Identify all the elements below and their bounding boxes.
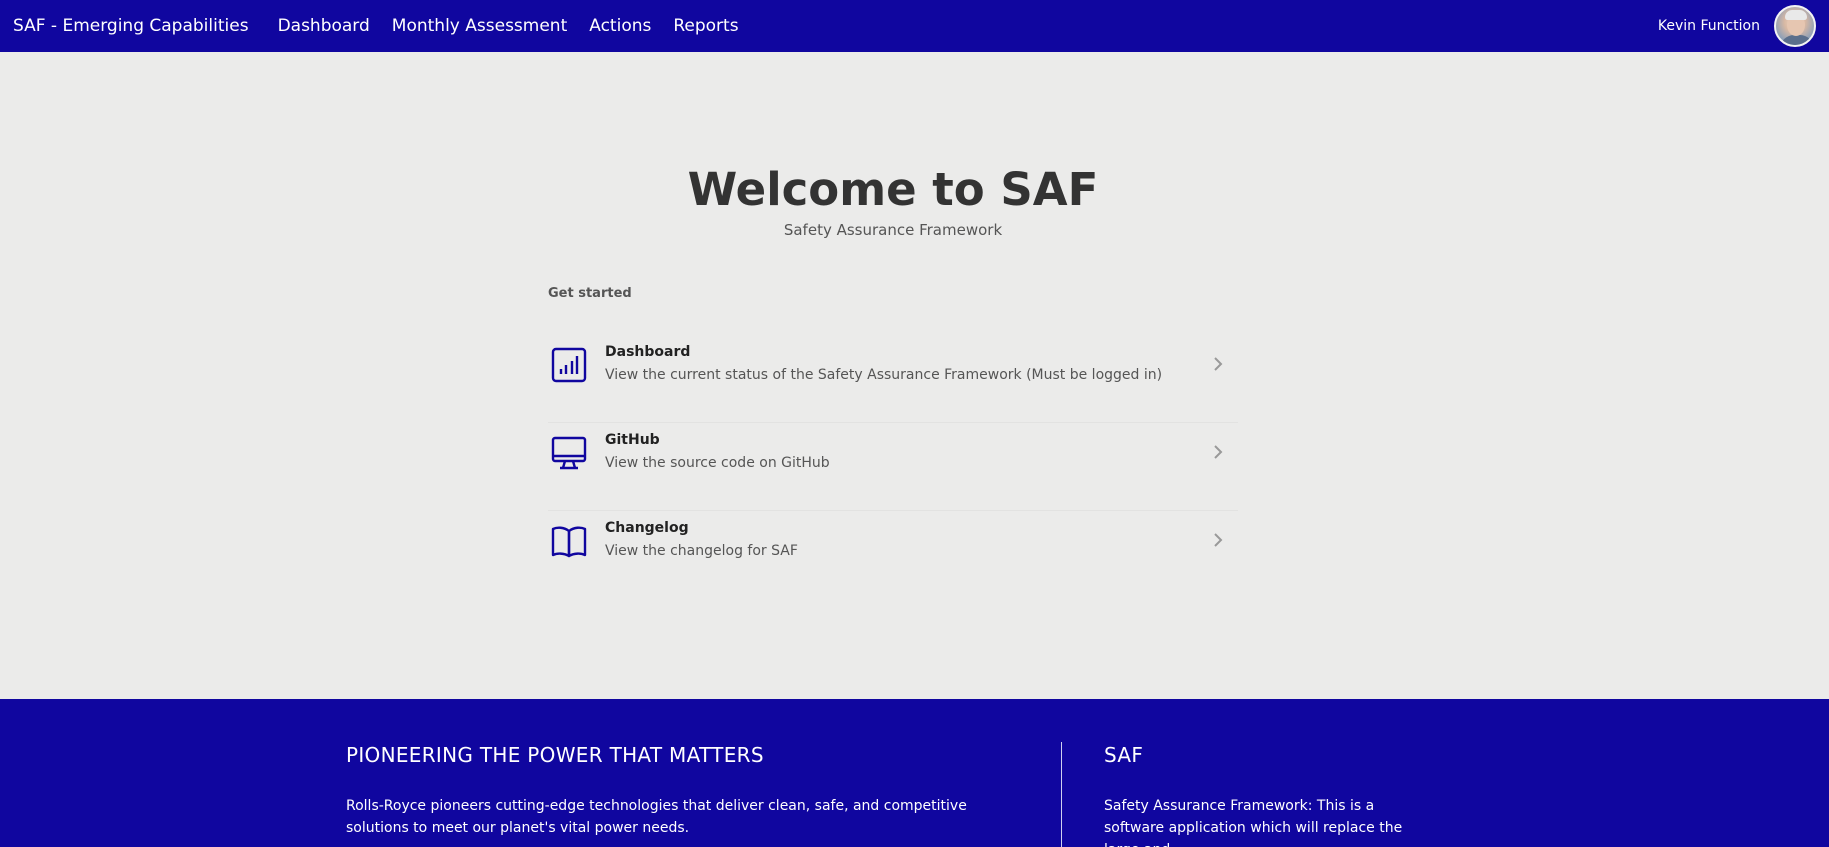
list-item-description: View the current status of the Safety As… [605, 367, 1163, 383]
top-navbar: SAF - Emerging Capabilities Dashboard Mo… [0, 0, 1829, 52]
nav-link-actions[interactable]: Actions [589, 16, 651, 36]
list-item-title: Dashboard [605, 344, 691, 360]
get-started-list: Dashboard View the current status of the… [548, 335, 1238, 599]
footer-app-heading: SAF [1104, 743, 1144, 767]
chevron-right-icon [1210, 356, 1226, 372]
footer-app-text: Safety Assurance Framework: This is a so… [1104, 798, 1403, 847]
page-title: Welcome to SAF [687, 163, 1099, 216]
get-started-label: Get started [548, 286, 632, 301]
monitor-icon [551, 435, 587, 471]
avatar[interactable] [1774, 5, 1816, 47]
footer-company-text: Rolls-Royce pioneers cutting-edge techno… [346, 798, 967, 836]
brand-title[interactable]: SAF - Emerging Capabilities [13, 16, 249, 36]
bar-chart-icon [551, 347, 587, 383]
page-subtitle: Safety Assurance Framework [783, 221, 1003, 239]
nav-link-monthly-assessment[interactable]: Monthly Assessment [392, 16, 567, 36]
list-item-title: GitHub [605, 432, 660, 448]
nav-link-reports[interactable]: Reports [673, 16, 738, 36]
footer-company-heading: PIONEERING THE POWER THAT MATTERS [346, 743, 764, 767]
list-item-dashboard[interactable]: Dashboard View the current status of the… [548, 335, 1238, 423]
list-item-description: View the source code on GitHub [605, 455, 830, 471]
site-footer: PIONEERING THE POWER THAT MATTERS Rolls-… [0, 699, 1829, 847]
nav-link-dashboard[interactable]: Dashboard [278, 16, 370, 36]
book-open-icon [551, 523, 587, 559]
chevron-right-icon [1210, 444, 1226, 460]
footer-app-block: SAF Safety Assurance Framework: This is … [1104, 743, 1434, 847]
user-name[interactable]: Kevin Function [1658, 18, 1760, 34]
list-item-description: View the changelog for SAF [605, 543, 798, 559]
nav-links: Dashboard Monthly Assessment Actions Rep… [278, 16, 761, 36]
user-menu[interactable]: Kevin Function [1658, 5, 1816, 47]
footer-divider [1061, 742, 1062, 847]
chevron-right-icon [1210, 532, 1226, 548]
list-item-title: Changelog [605, 520, 689, 536]
list-item-github[interactable]: GitHub View the source code on GitHub [548, 423, 1238, 511]
welcome-section: Welcome to SAF Safety Assurance Framewor… [0, 52, 1829, 699]
list-item-changelog[interactable]: Changelog View the changelog for SAF [548, 511, 1238, 599]
footer-company-block: PIONEERING THE POWER THAT MATTERS Rolls-… [346, 743, 1026, 839]
